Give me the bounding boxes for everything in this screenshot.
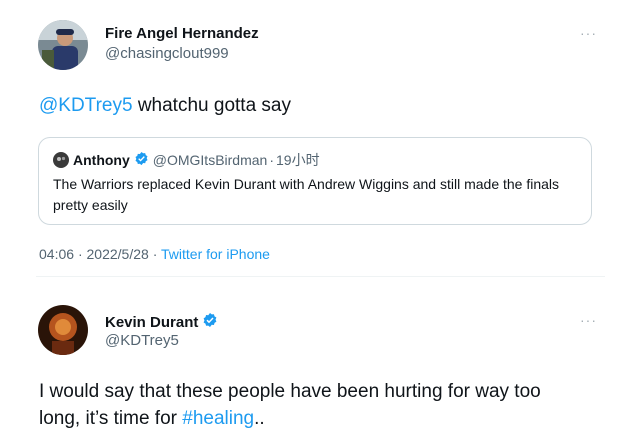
author-handle[interactable]: @chasingclout999 [105,45,229,62]
avatar-image [38,20,88,70]
tweet-text-content: whatchu gotta say [132,95,291,116]
author-name[interactable]: Fire Angel Hernandez [105,25,259,42]
author-name[interactable]: Kevin Durant [105,314,198,331]
quoted-author-name: Anthony [73,152,130,168]
quoted-avatar [53,152,69,168]
quoted-tweet-card[interactable]: Anthony @OMGItsBirdman · 19小时 The Warrio… [38,137,592,225]
meta-dot: · [152,246,158,262]
more-options-icon[interactable]: ··· [580,312,597,328]
quoted-separator: · [269,152,275,168]
tweet-text: @KDTrey5 whatchu gotta say [39,92,291,119]
meta-dot: · [77,246,83,262]
hashtag-link[interactable]: #healing [182,408,254,429]
avatar-image [38,305,88,355]
avatar-fire-angel-hernandez[interactable] [38,20,88,70]
tweet-source[interactable]: Twitter for iPhone [161,246,270,262]
author-name-row: Kevin Durant [105,312,218,332]
verified-badge-icon [202,312,218,332]
tweet-time[interactable]: 04:06 [39,246,74,262]
avatar-kevin-durant[interactable] [38,305,88,355]
tweet-text-part: .. [254,408,265,429]
more-options-icon[interactable]: ··· [580,25,597,41]
verified-badge-icon [134,151,149,169]
divider [36,276,605,277]
tweet-text-line: long, it’s time for #healing.. [39,405,619,432]
tweet-text: I would say that these people have been … [39,378,619,432]
quoted-tweet-text: The Warriors replaced Kevin Durant with … [53,176,560,213]
quoted-time: 19小时 [276,152,320,168]
tweet-date[interactable]: 2022/5/28 [87,246,149,262]
mention-link[interactable]: @KDTrey5 [39,95,133,116]
author-handle[interactable]: @KDTrey5 [105,332,179,349]
quoted-tweet-header: Anthony @OMGItsBirdman · 19小时 [53,150,320,170]
tweet-meta: 04:06 · 2022/5/28 · Twitter for iPhone [39,246,270,262]
tweet-text-line: I would say that these people have been … [39,381,541,402]
quoted-author-handle: @OMGItsBirdman [152,152,268,168]
tweet-text-part: long, it’s time for [39,408,183,429]
